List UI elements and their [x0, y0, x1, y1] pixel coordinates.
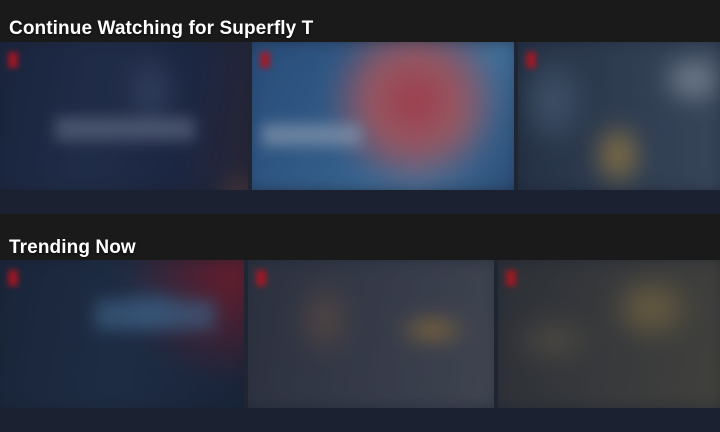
title-tile[interactable] [0, 42, 248, 190]
title-tile[interactable] [252, 42, 514, 190]
row-title-continue-watching: Continue Watching for Superfly T [9, 18, 314, 39]
brand-badge-icon [506, 270, 516, 286]
title-tile[interactable] [518, 42, 720, 190]
brand-badge-icon [8, 52, 18, 68]
brand-badge-icon [526, 52, 536, 68]
title-tile[interactable] [0, 260, 244, 408]
row-title-trending-now: Trending Now [9, 237, 136, 258]
rail-footer [0, 408, 720, 432]
row-continue-watching[interactable] [0, 42, 720, 214]
browse-page: Continue Watching for Superfly T Trendin… [0, 0, 720, 432]
rail-footer [0, 190, 720, 214]
title-tile[interactable] [248, 260, 494, 408]
title-tile[interactable] [498, 260, 720, 408]
row-trending-now[interactable] [0, 260, 720, 432]
brand-badge-icon [256, 270, 266, 286]
brand-badge-icon [260, 52, 270, 68]
brand-badge-icon [8, 270, 18, 286]
